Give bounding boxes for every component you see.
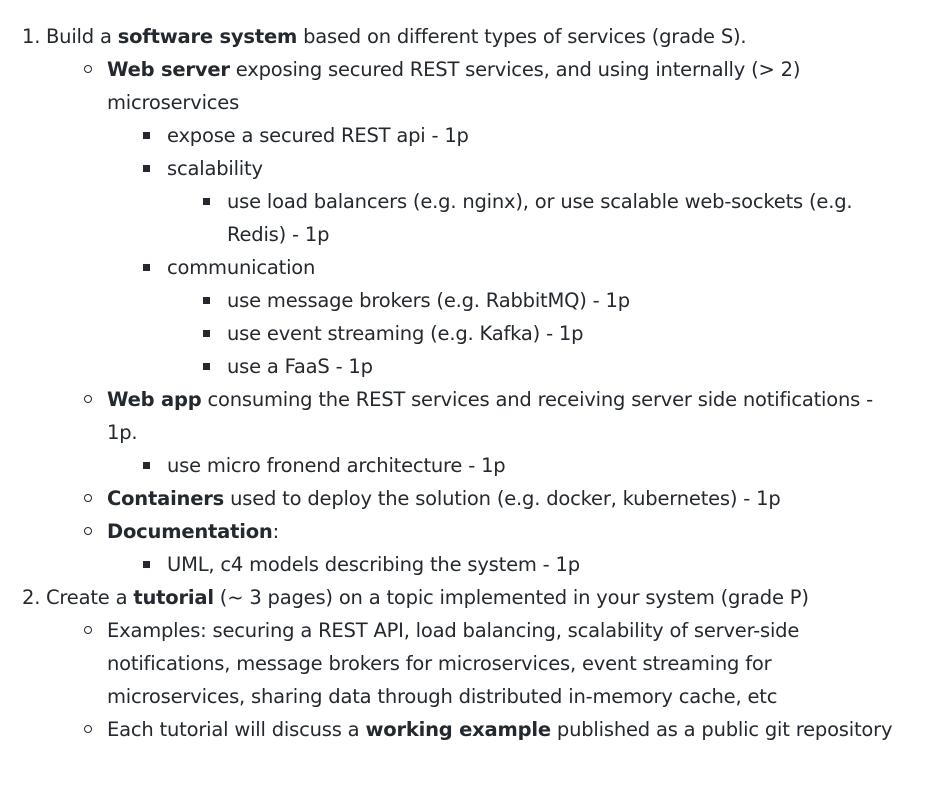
- list-number: 1.: [22, 25, 41, 48]
- list-item-faas: use a FaaS - 1p: [167, 350, 900, 383]
- list-item-rest-api: expose a secured REST api - 1p: [107, 119, 900, 152]
- item-text-post: published as a public git repository: [550, 718, 893, 741]
- item-text-post: (~ 3 pages) on a topic implemented in yo…: [213, 586, 809, 609]
- square-bullet-icon: [143, 462, 150, 469]
- circle-bullet-icon: [84, 725, 92, 733]
- item-text-bold: Containers: [107, 487, 225, 510]
- circle-bullet-icon: [84, 626, 92, 634]
- list-item-uml: UML, c4 models describing the system - 1…: [107, 548, 900, 581]
- item-text: expose a secured REST api - 1p: [167, 124, 469, 147]
- item-text: Examples: securing a REST API, load bala…: [107, 619, 800, 708]
- item-text-post: used to deploy the solution (e.g. docker…: [224, 487, 781, 510]
- item-text-pre: Each tutorial will discuss a: [107, 718, 366, 741]
- list-item-tutorial: 2. Create a tutorial (~ 3 pages) on a to…: [0, 581, 940, 746]
- list-item-software-system: 1. Build a software system based on diff…: [0, 20, 940, 581]
- item-text-bold: tutorial: [133, 586, 214, 609]
- list-item-communication: communication use message brokers (e.g. …: [107, 251, 900, 383]
- sublist-web-app: use micro fronend architecture - 1p: [107, 449, 900, 482]
- square-bullet-icon: [143, 132, 150, 139]
- document-body: 1. Build a software system based on diff…: [0, 0, 940, 746]
- item-text-post: consuming the REST services and receivin…: [107, 388, 873, 444]
- item-text-bold: working example: [365, 718, 551, 741]
- square-bullet-icon: [143, 165, 150, 172]
- circle-bullet-icon: [84, 65, 92, 73]
- item-text: UML, c4 models describing the system - 1…: [167, 553, 580, 576]
- list-item-load-balancers: use load balancers (e.g. nginx), or use …: [167, 185, 900, 251]
- sublist-tutorial: Examples: securing a REST API, load bala…: [46, 614, 900, 746]
- list-item-event-streaming: use event streaming (e.g. Kafka) - 1p: [167, 317, 900, 350]
- sublist-scalability: use load balancers (e.g. nginx), or use …: [167, 185, 900, 251]
- item-text: scalability: [167, 157, 263, 180]
- item-text: use micro fronend architecture - 1p: [167, 454, 506, 477]
- list-item-message-brokers: use message brokers (e.g. RabbitMQ) - 1p: [167, 284, 900, 317]
- item-text: use message brokers (e.g. RabbitMQ) - 1p: [227, 289, 630, 312]
- item-text: use event streaming (e.g. Kafka) - 1p: [227, 322, 584, 345]
- square-bullet-icon: [143, 561, 150, 568]
- item-text-bold: software system: [117, 25, 298, 48]
- circle-bullet-icon: [84, 494, 92, 502]
- list-item-working-example: Each tutorial will discuss a working exa…: [46, 713, 900, 746]
- item-text-pre: Build a: [46, 25, 118, 48]
- item-text-bold: Web server: [107, 58, 230, 81]
- item-text-post: :: [272, 520, 280, 543]
- square-bullet-icon: [203, 297, 210, 304]
- square-bullet-icon: [203, 198, 210, 205]
- sublist-communication: use message brokers (e.g. RabbitMQ) - 1p…: [167, 284, 900, 383]
- list-item-micro-frontend: use micro fronend architecture - 1p: [107, 449, 900, 482]
- list-item-containers: Containers used to deploy the solution (…: [46, 482, 900, 515]
- sublist-web-server: expose a secured REST api - 1p scalabili…: [107, 119, 900, 383]
- item-text-pre: Create a: [46, 586, 134, 609]
- list-item-web-server: Web server exposing secured REST service…: [46, 53, 900, 383]
- list-item-documentation: Documentation: UML, c4 models describing…: [46, 515, 900, 581]
- item-text: use load balancers (e.g. nginx), or use …: [227, 190, 853, 246]
- item-text-bold: Documentation: [107, 520, 273, 543]
- item-text: communication: [167, 256, 316, 279]
- sublist-software-system: Web server exposing secured REST service…: [46, 53, 900, 581]
- list-item-scalability: scalability use load balancers (e.g. ngi…: [107, 152, 900, 251]
- list-item-web-app: Web app consuming the REST services and …: [46, 383, 900, 482]
- list-item-examples: Examples: securing a REST API, load bala…: [46, 614, 900, 713]
- circle-bullet-icon: [84, 527, 92, 535]
- item-text-bold: Web app: [107, 388, 202, 411]
- item-text-post: based on different types of services (gr…: [297, 25, 747, 48]
- list-number: 2.: [22, 586, 41, 609]
- sublist-documentation: UML, c4 models describing the system - 1…: [107, 548, 900, 581]
- requirements-list: 1. Build a software system based on diff…: [0, 20, 940, 746]
- square-bullet-icon: [143, 264, 150, 271]
- circle-bullet-icon: [84, 395, 92, 403]
- item-text: use a FaaS - 1p: [227, 355, 373, 378]
- square-bullet-icon: [203, 330, 210, 337]
- square-bullet-icon: [203, 363, 210, 370]
